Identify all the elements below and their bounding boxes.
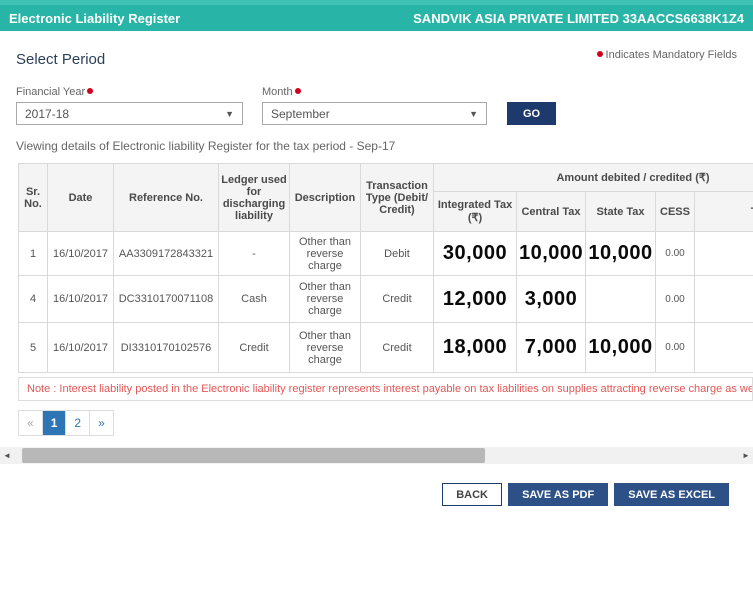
scroll-left-icon[interactable]: ◄ [0, 447, 14, 464]
cell-total [695, 232, 753, 276]
cell-total [695, 323, 753, 373]
table-row: 5 16/10/2017 DI3310170102576 Credit Othe… [19, 323, 753, 373]
col-header-amount-group: Amount debited / credited (₹) [434, 164, 753, 192]
financial-year-label: Financial Year [16, 86, 243, 98]
app-header: Electronic Liability Register SANDVIK AS… [0, 0, 753, 31]
cell-central-tax: 10,000 [517, 232, 586, 276]
mandatory-fields-note: Indicates Mandatory Fields [597, 49, 737, 61]
cell-description: Other than reverse charge [290, 323, 361, 373]
col-header-integrated-tax: Integrated Tax (₹) [434, 192, 517, 232]
cell-reference-no: DC3310170071108 [114, 276, 219, 323]
section-title: Select Period [16, 51, 105, 68]
cell-ledger: - [219, 232, 290, 276]
back-button[interactable]: BACK [442, 483, 502, 506]
col-header-state-tax: State Tax [586, 192, 656, 232]
col-header-ledger: Ledger used for discharging liability [219, 164, 290, 232]
cell-cess: 0.00 [656, 276, 695, 323]
interest-liability-note: Note : Interest liability posted in the … [18, 377, 753, 401]
cell-cess: 0.00 [656, 323, 695, 373]
cell-description: Other than reverse charge [290, 232, 361, 276]
cell-date: 16/10/2017 [48, 232, 114, 276]
mandatory-dot-icon [597, 51, 603, 57]
table-row: 1 16/10/2017 AA3309172843321 - Other tha… [19, 232, 753, 276]
pagination-page-1[interactable]: 1 [43, 411, 67, 435]
mandatory-dot-icon [295, 88, 301, 94]
cell-sr-no: 4 [19, 276, 48, 323]
table-row: 4 16/10/2017 DC3310170071108 Cash Other … [19, 276, 753, 323]
cell-transaction-type: Credit [361, 276, 434, 323]
scrollbar-thumb[interactable] [22, 448, 485, 463]
col-header-description: Description [290, 164, 361, 232]
pagination: « 1 2 » [18, 410, 114, 436]
scroll-right-icon[interactable]: ► [739, 447, 753, 464]
cell-state-tax: 10,000 [586, 323, 656, 373]
cell-sr-no: 1 [19, 232, 48, 276]
horizontal-scrollbar[interactable]: ◄ ► [0, 447, 753, 464]
financial-year-select[interactable]: 2017-18 ▼ [16, 102, 243, 125]
chevron-down-icon: ▼ [469, 109, 478, 119]
go-button[interactable]: GO [507, 102, 556, 125]
month-label: Month [262, 86, 487, 98]
cell-integrated-tax: 12,000 [434, 276, 517, 323]
col-header-transaction-type: Transaction Type (Debit/ Credit) [361, 164, 434, 232]
cell-transaction-type: Credit [361, 323, 434, 373]
cell-date: 16/10/2017 [48, 276, 114, 323]
cell-cess: 0.00 [656, 232, 695, 276]
taxpayer-name-gstin: SANDVIK ASIA PRIVATE LIMITED 33AACCS6638… [413, 11, 744, 26]
cell-state-tax: 10,000 [586, 232, 656, 276]
cell-reference-no: DI3310170102576 [114, 323, 219, 373]
pagination-page-2[interactable]: 2 [66, 411, 90, 435]
cell-sr-no: 5 [19, 323, 48, 373]
mandatory-dot-icon [87, 88, 93, 94]
liability-table: Sr. No. Date Reference No. Ledger used f… [18, 163, 753, 373]
save-as-excel-button[interactable]: SAVE AS EXCEL [614, 483, 729, 506]
col-header-total: Total [695, 192, 753, 232]
cell-total [695, 276, 753, 323]
pagination-next-button[interactable]: » [90, 411, 113, 435]
cell-integrated-tax: 30,000 [434, 232, 517, 276]
col-header-cess: CESS [656, 192, 695, 232]
col-header-reference-no: Reference No. [114, 164, 219, 232]
cell-integrated-tax: 18,000 [434, 323, 517, 373]
cell-ledger: Credit [219, 323, 290, 373]
cell-reference-no: AA3309172843321 [114, 232, 219, 276]
col-header-central-tax: Central Tax [517, 192, 586, 232]
pagination-prev-button[interactable]: « [19, 411, 43, 435]
viewing-period-text: Viewing details of Electronic liability … [16, 139, 737, 153]
cell-central-tax: 3,000 [517, 276, 586, 323]
page-title: Electronic Liability Register [9, 11, 180, 26]
cell-central-tax: 7,000 [517, 323, 586, 373]
cell-description: Other than reverse charge [290, 276, 361, 323]
chevron-down-icon: ▼ [225, 109, 234, 119]
cell-transaction-type: Debit [361, 232, 434, 276]
liability-table-container: Sr. No. Date Reference No. Ledger used f… [18, 163, 753, 373]
cell-ledger: Cash [219, 276, 290, 323]
save-as-pdf-button[interactable]: SAVE AS PDF [508, 483, 608, 506]
month-select[interactable]: September ▼ [262, 102, 487, 125]
cell-state-tax [586, 276, 656, 323]
col-header-date: Date [48, 164, 114, 232]
col-header-sr-no: Sr. No. [19, 164, 48, 232]
cell-date: 16/10/2017 [48, 323, 114, 373]
